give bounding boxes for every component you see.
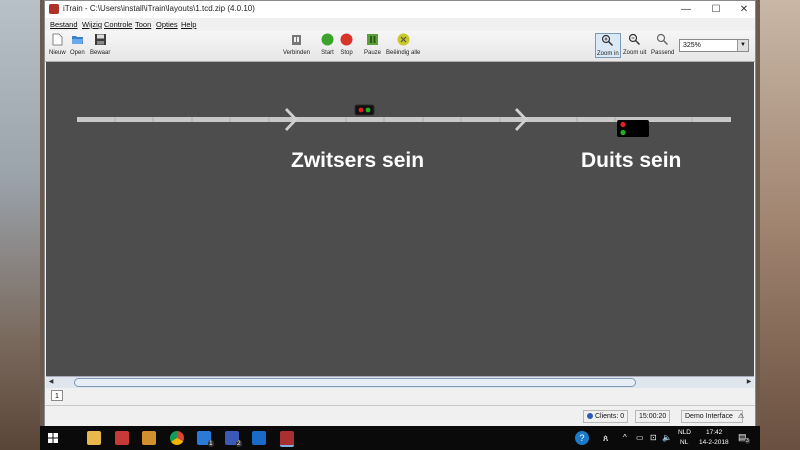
german-signal[interactable] — [617, 120, 649, 137]
battery-icon[interactable]: ▭ — [636, 433, 644, 442]
end-all-icon — [397, 33, 410, 46]
menu-help[interactable]: Help — [181, 20, 196, 29]
menu-controle[interactable]: Controle — [104, 20, 132, 29]
network-icon[interactable]: ⊡ — [650, 433, 657, 442]
people-icon[interactable]: ጰ — [603, 433, 608, 444]
signal-green-lamp-icon — [620, 129, 626, 136]
clock-date[interactable]: 14-2-2018 — [699, 439, 729, 446]
chrome-icon[interactable] — [170, 431, 184, 445]
language-code[interactable]: NLD — [678, 429, 691, 436]
help-question-icon[interactable]: ? — [575, 431, 589, 445]
itrain-app-icon — [49, 4, 59, 14]
connect-label: Verbinden — [283, 50, 311, 56]
clients-status: Clients: 0 — [583, 410, 629, 423]
open-label: Open — [70, 50, 85, 56]
windows-taskbar: 1 2 ? ጰ ^ ▭ ⊡ 🔈 NLD NL 17:42 14-2-2018 ▤… — [40, 426, 760, 450]
volume-icon[interactable]: 🔈 — [662, 433, 672, 442]
file-explorer-icon[interactable] — [87, 431, 101, 445]
page-tab[interactable]: 1 — [51, 390, 63, 401]
horizontal-scrollbar[interactable]: ◀ ▶ — [46, 376, 754, 388]
start-button[interactable]: Start — [321, 33, 334, 56]
notification-count: 3 — [745, 438, 750, 444]
save-button[interactable]: Bewaar — [90, 33, 110, 56]
save-disk-icon — [94, 34, 106, 45]
new-button[interactable]: Nieuw — [49, 33, 66, 56]
zoom-out-label: Zoom uit — [623, 50, 647, 56]
interface-status-icon: ⚠ — [737, 413, 745, 420]
end-all-button[interactable]: Beëindig alle — [386, 33, 420, 56]
fit-button[interactable]: Passend — [651, 33, 674, 56]
stop-button[interactable]: Stop — [340, 33, 353, 56]
desktop-background-left — [0, 0, 40, 450]
zoom-in-label: Zoom in — [597, 51, 619, 57]
signal-red-lamp-icon — [620, 121, 626, 128]
status-bar: Clients: 0 15:00:20 Demo Interface ⚠ — [45, 405, 755, 426]
new-file-icon — [52, 33, 63, 46]
menu-bar: Bestand Wijzig Controle Toon Opties Help — [45, 18, 755, 31]
zoom-in-button[interactable]: Zoom in — [595, 33, 621, 58]
desktop-background-right — [760, 0, 800, 450]
track-layout-canvas[interactable]: Zwitsers sein Duits sein — [46, 62, 754, 376]
interface-status[interactable]: Demo Interface ⚠ — [681, 410, 745, 423]
signal-red-lamp-icon — [358, 107, 364, 113]
zoom-fit-icon — [657, 33, 669, 46]
chevron-down-icon[interactable]: ▼ — [737, 40, 748, 51]
photo-app-icon[interactable] — [115, 431, 129, 445]
stop-red-icon — [340, 33, 353, 46]
tray-chevron-up-icon[interactable]: ^ — [623, 433, 627, 442]
connect-icon — [292, 35, 302, 45]
pause-icon — [367, 34, 378, 45]
zoom-level-select[interactable]: 325% ▼ — [679, 39, 749, 52]
window-title: iTrain - C:\Users\install\iTrain\layouts… — [63, 4, 255, 13]
keyboard-layout[interactable]: NL — [680, 439, 688, 446]
clients-text: Clients: 0 — [594, 413, 625, 420]
maximize-button[interactable]: ☐ — [705, 2, 727, 17]
swiss-signal-label: Zwitsers sein — [291, 149, 424, 172]
scroll-left-icon[interactable]: ◀ — [47, 378, 55, 386]
start-green-icon — [321, 33, 334, 46]
title-bar: iTrain - C:\Users\install\iTrain\layouts… — [45, 1, 755, 18]
track-layout-drawing: Zwitsers sein Duits sein — [77, 104, 731, 172]
fit-label: Passend — [651, 50, 675, 56]
close-button[interactable]: ✕ — [733, 2, 755, 17]
zoom-in-icon — [602, 34, 614, 47]
german-signal-label: Duits sein — [581, 149, 681, 172]
start-label: Start — [321, 50, 334, 56]
menu-opties[interactable]: Opties — [156, 20, 178, 29]
menu-toon[interactable]: Toon — [135, 20, 151, 29]
new-label: Nieuw — [49, 50, 66, 56]
itrain-taskbar-icon[interactable] — [280, 431, 294, 447]
interface-text: Demo Interface — [685, 413, 733, 420]
menu-bestand[interactable]: Bestand — [50, 20, 78, 29]
scroll-right-icon[interactable]: ▶ — [745, 378, 753, 386]
connect-button[interactable]: Verbinden — [283, 33, 310, 56]
taskbar-badge-2: 2 — [236, 440, 242, 447]
scrollbar-thumb[interactable] — [74, 378, 636, 387]
time-status: 15:00:20 — [635, 410, 671, 423]
open-folder-icon — [71, 36, 83, 44]
clock-time[interactable]: 17:42 — [706, 429, 722, 436]
media-player-icon[interactable] — [142, 431, 156, 445]
zoom-level-value: 325% — [683, 42, 701, 49]
app-window: iTrain - C:\Users\install\iTrain\layouts… — [44, 0, 756, 426]
save-label: Bewaar — [90, 50, 111, 56]
menu-wijzig[interactable]: Wijzig — [82, 20, 102, 29]
clients-icon — [587, 413, 593, 420]
windows-start-icon[interactable] — [48, 433, 58, 443]
open-button[interactable]: Open — [70, 33, 85, 56]
pause-label: Pauze — [364, 50, 382, 56]
toolbar: Nieuw Open Bewaar Verbinden Start Stop P… — [45, 31, 755, 62]
swiss-signal[interactable] — [354, 104, 375, 116]
pause-button[interactable]: Pauze — [364, 33, 381, 56]
stop-label: Stop — [340, 50, 353, 56]
zoom-out-icon — [629, 33, 641, 46]
signal-green-lamp-icon — [365, 107, 371, 113]
outlook-icon[interactable] — [252, 431, 266, 445]
taskbar-badge-1: 1 — [208, 440, 214, 447]
end-all-label: Beëindig alle — [386, 50, 421, 56]
minimize-button[interactable]: — — [675, 2, 697, 17]
zoom-out-button[interactable]: Zoom uit — [623, 33, 646, 56]
